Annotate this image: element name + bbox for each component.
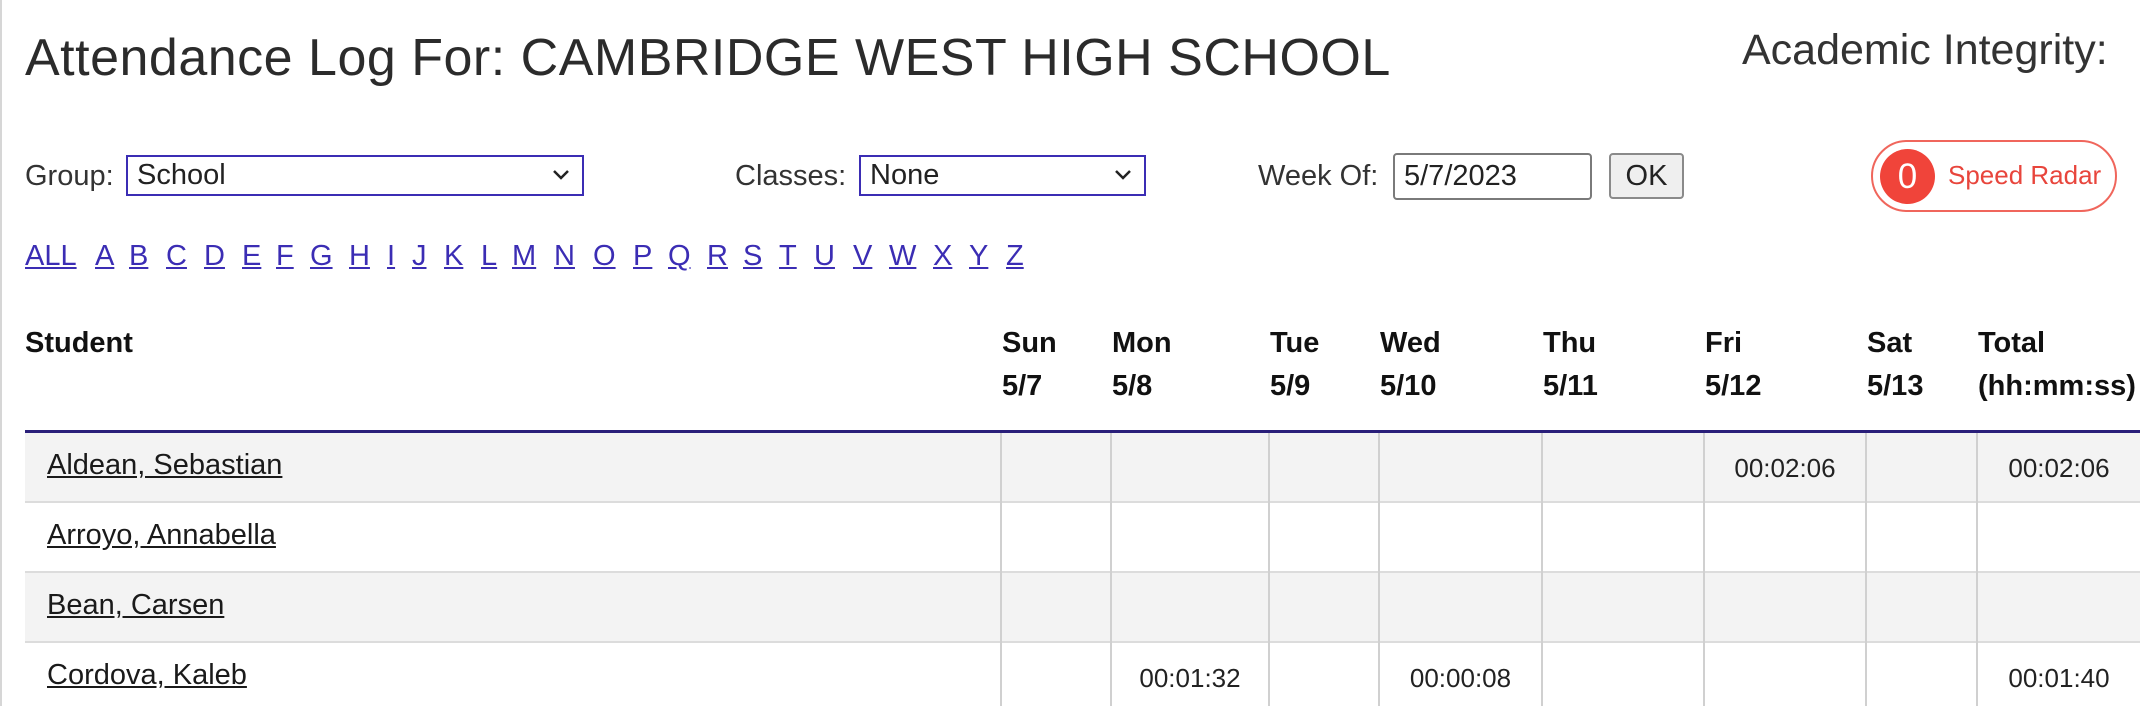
classes-select-value: None xyxy=(870,159,940,191)
alpha-link-s[interactable]: S xyxy=(743,240,762,273)
group-label: Group: xyxy=(25,160,114,192)
student-name-link[interactable]: Bean, Carsen xyxy=(47,589,224,622)
alpha-link-n[interactable]: N xyxy=(554,240,575,273)
day-name: Tue xyxy=(1270,327,1320,359)
ok-button[interactable]: OK xyxy=(1609,153,1684,199)
alpha-link-p[interactable]: P xyxy=(633,240,652,273)
day-name: Wed xyxy=(1380,327,1441,359)
total-cell: 00:01:40 xyxy=(2008,663,2110,693)
day-header-sat: Sat 5/13 xyxy=(1867,322,1923,408)
time-cell-mon: 00:01:32 xyxy=(1139,663,1241,693)
day-header-wed: Wed 5/10 xyxy=(1380,322,1441,408)
alpha-link-i[interactable]: I xyxy=(387,240,395,273)
table-row: Bean, Carsen xyxy=(25,573,2140,643)
classes-select[interactable]: None xyxy=(859,155,1146,196)
alpha-link-o[interactable]: O xyxy=(593,240,616,273)
day-name: Mon xyxy=(1112,327,1172,359)
alpha-link-j[interactable]: J xyxy=(412,240,427,273)
alpha-link-t[interactable]: T xyxy=(779,240,797,273)
alpha-link-z[interactable]: Z xyxy=(1006,240,1024,273)
day-header-mon: Mon 5/8 xyxy=(1112,322,1172,408)
alpha-link-m[interactable]: M xyxy=(512,240,536,273)
student-name-link[interactable]: Cordova, Kaleb xyxy=(47,659,247,692)
alpha-link-w[interactable]: W xyxy=(889,240,916,273)
day-name: Fri xyxy=(1705,327,1743,359)
alpha-link-g[interactable]: G xyxy=(310,240,333,273)
day-date: 5/13 xyxy=(1867,370,1924,402)
day-name: Sun xyxy=(1002,327,1057,359)
day-header-tue: Tue 5/9 xyxy=(1270,322,1319,408)
page-title: Attendance Log For: CAMBRIDGE WEST HIGH … xyxy=(25,29,1391,87)
column-divider xyxy=(1865,433,1867,706)
chevron-down-icon xyxy=(1115,170,1131,180)
total-cell: 00:02:06 xyxy=(2008,453,2110,483)
alpha-link-a[interactable]: A xyxy=(95,240,114,273)
group-select[interactable]: School xyxy=(126,155,584,196)
column-divider xyxy=(1541,433,1543,706)
table-row: Cordova, Kaleb xyxy=(25,643,2140,713)
day-date: 5/11 xyxy=(1543,370,1598,402)
alpha-link-c[interactable]: C xyxy=(166,240,187,273)
speed-radar-count: 0 xyxy=(1880,149,1935,204)
day-date: 5/7 xyxy=(1002,370,1043,402)
column-divider xyxy=(1268,433,1270,706)
day-date: 5/9 xyxy=(1270,370,1311,402)
alpha-link-b[interactable]: B xyxy=(129,240,148,273)
day-date: 5/8 xyxy=(1112,370,1153,402)
speed-radar-button[interactable]: 0 Speed Radar xyxy=(1871,140,2117,212)
week-of-label: Week Of: xyxy=(1258,160,1379,192)
time-cell-wed: 00:00:08 xyxy=(1409,663,1512,693)
alpha-link-f[interactable]: F xyxy=(276,240,294,273)
week-of-input[interactable]: 5/7/2023 xyxy=(1393,153,1592,200)
total-header-label: Total xyxy=(1978,327,2046,359)
group-select-value: School xyxy=(137,159,226,191)
day-header-fri: Fri 5/12 xyxy=(1705,322,1761,408)
alpha-link-all[interactable]: ALL xyxy=(25,240,77,273)
alpha-link-y[interactable]: Y xyxy=(969,240,988,273)
alpha-link-q[interactable]: Q xyxy=(668,240,691,273)
column-divider xyxy=(1000,433,1002,706)
alpha-link-k[interactable]: K xyxy=(444,240,463,273)
academic-integrity-label: Academic Integrity: xyxy=(1742,26,2108,74)
alpha-link-r[interactable]: R xyxy=(707,240,728,273)
alpha-link-u[interactable]: U xyxy=(814,240,835,273)
speed-radar-label: Speed Radar xyxy=(1948,160,2102,190)
time-cell-fri: 00:02:06 xyxy=(1734,453,1836,483)
day-name: Thu xyxy=(1543,327,1597,359)
alpha-link-e[interactable]: E xyxy=(242,240,261,273)
total-header-unit: (hh:mm:ss) xyxy=(1978,370,2136,402)
total-column-header: Total (hh:mm:ss) xyxy=(1978,322,2136,408)
day-name: Sat xyxy=(1867,327,1913,359)
student-column-header: Student xyxy=(25,327,133,359)
alpha-link-x[interactable]: X xyxy=(933,240,952,273)
alpha-link-l[interactable]: L xyxy=(481,240,497,273)
alpha-link-v[interactable]: V xyxy=(853,240,872,273)
chevron-down-icon xyxy=(553,170,569,180)
student-name-link[interactable]: Aldean, Sebastian xyxy=(47,449,282,482)
day-header-thu: Thu 5/11 xyxy=(1543,322,1598,408)
day-header-sun: Sun 5/7 xyxy=(1002,322,1057,408)
day-date: 5/12 xyxy=(1705,370,1762,402)
day-date: 5/10 xyxy=(1380,370,1437,402)
alpha-link-d[interactable]: D xyxy=(204,240,225,273)
student-name-link[interactable]: Arroyo, Annabella xyxy=(47,519,276,552)
classes-label: Classes: xyxy=(735,160,847,192)
alpha-link-h[interactable]: H xyxy=(349,240,370,273)
table-row: Arroyo, Annabella xyxy=(25,503,2140,573)
